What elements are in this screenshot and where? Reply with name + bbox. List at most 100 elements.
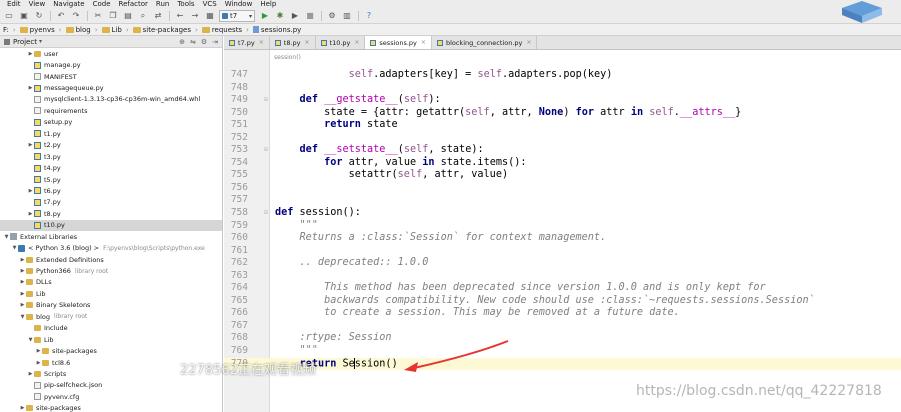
tree-item[interactable]: t5.py	[0, 174, 222, 185]
code-line[interactable]: 751 return state	[224, 119, 901, 132]
copy-icon[interactable]: ❐	[107, 10, 119, 22]
code-line[interactable]: 754 for attr, value in state.items():	[224, 157, 901, 170]
editor-tab[interactable]: t8.py ×	[269, 36, 316, 49]
tree-item[interactable]: t1.py	[0, 128, 222, 139]
code-line[interactable]: 769 """	[224, 345, 901, 358]
build-icon[interactable]: ▦	[204, 10, 216, 22]
collapse-arrow-icon[interactable]: ▶	[19, 268, 26, 274]
code-editor[interactable]: session() 747 self.adapters[key] = self.…	[224, 50, 901, 412]
settings-icon[interactable]: ⚙	[326, 10, 338, 22]
tree-item[interactable]: t4.py	[0, 162, 222, 173]
code-line[interactable]: 767	[224, 320, 901, 333]
code-line[interactable]: 761	[224, 245, 901, 258]
code-line[interactable]: 764 This method has been deprecated sinc…	[224, 282, 901, 295]
collapse-arrow-icon[interactable]: ▶	[19, 279, 26, 285]
tree-item[interactable]: ▶ t2.py	[0, 140, 222, 151]
tree-item[interactable]: Include	[0, 323, 222, 334]
tree-item[interactable]: ▼ External Libraries	[0, 231, 222, 242]
code-line[interactable]: 749 ⊟ def __getstate__(self):	[224, 94, 901, 107]
collapse-arrow-icon[interactable]: ▶	[27, 142, 34, 148]
code-line[interactable]: 770 return Session()	[224, 357, 901, 371]
coverage-icon[interactable]: ▶	[289, 10, 301, 22]
code-line[interactable]: 765 backwards compatibility. New code sh…	[224, 295, 901, 308]
forward-icon[interactable]: →	[189, 10, 201, 22]
chevron-down-icon[interactable]: ▾	[39, 38, 42, 45]
code-line[interactable]: 759 """	[224, 220, 901, 233]
code-line[interactable]: 748	[224, 82, 901, 95]
collapse-arrow-icon[interactable]: ▶	[35, 348, 42, 354]
project-header-label[interactable]: Project	[13, 38, 37, 46]
menu-window[interactable]: Window	[225, 0, 253, 9]
breadcrumb-item[interactable]: blog	[65, 26, 91, 34]
stop-icon[interactable]: ■	[304, 10, 316, 22]
collapse-arrow-icon[interactable]: ▶	[35, 360, 42, 366]
open-folder-icon[interactable]: ▭	[3, 10, 15, 22]
tree-item[interactable]: ▶ t6.py	[0, 185, 222, 196]
code-line[interactable]: 750 state = {attr: getattr(self, attr, N…	[224, 107, 901, 120]
code-area[interactable]: 747 self.adapters[key] = self.adapters.p…	[224, 69, 901, 371]
tree-item[interactable]: ▶ Extended Definitions	[0, 254, 222, 265]
expand-arrow-icon[interactable]: ▼	[11, 245, 18, 251]
collapse-arrow-icon[interactable]: ▶	[27, 85, 34, 91]
redo-icon[interactable]: ↷	[70, 10, 82, 22]
fold-icon[interactable]: ⊟	[263, 144, 269, 157]
menu-vcs[interactable]: VCS	[203, 0, 217, 9]
breadcrumb-item[interactable]: pyenvs	[19, 26, 55, 34]
collapse-arrow-icon[interactable]: ▶	[27, 51, 34, 57]
tree-item[interactable]: t7.py	[0, 197, 222, 208]
code-line[interactable]: 763	[224, 270, 901, 283]
replace-icon[interactable]: ⇄	[152, 10, 164, 22]
tree-item[interactable]: ▼ < Python 3.6 (blog) > F:\pyenvs\blog\Scr…	[0, 242, 222, 253]
breadcrumb-item[interactable]: F:	[3, 26, 9, 34]
close-icon[interactable]: ×	[354, 39, 359, 46]
tree-item[interactable]: ▶ Lib	[0, 288, 222, 299]
tree-item[interactable]: MANIFEST	[0, 71, 222, 82]
code-line[interactable]: 752	[224, 132, 901, 145]
tree-item[interactable]: ▼ blog library root	[0, 311, 222, 322]
fold-icon[interactable]: ⊟	[263, 207, 269, 220]
help-icon[interactable]: ?	[363, 10, 375, 22]
code-line[interactable]: 766 to create a session. This may be rem…	[224, 307, 901, 320]
menu-view[interactable]: View	[29, 0, 46, 9]
expand-arrow-icon[interactable]: ▼	[27, 337, 34, 343]
tree-item[interactable]: ▶ DLLs	[0, 277, 222, 288]
code-line[interactable]: 762 .. deprecated:: 1.0.0	[224, 257, 901, 270]
code-line[interactable]: 755 setattr(self, attr, value)	[224, 169, 901, 182]
undo-icon[interactable]: ↶	[55, 10, 67, 22]
tree-item[interactable]: ▶ t8.py	[0, 208, 222, 219]
collapse-arrow-icon[interactable]: ▶	[19, 405, 26, 411]
close-icon[interactable]: ×	[526, 39, 531, 46]
menu-edit[interactable]: Edit	[7, 0, 21, 9]
expand-arrow-icon[interactable]: ▼	[19, 314, 26, 320]
cut-icon[interactable]: ✂	[92, 10, 104, 22]
breadcrumb-item[interactable]: requests	[201, 26, 242, 34]
tree-item[interactable]: ▶ messagequeue.py	[0, 82, 222, 93]
menu-run[interactable]: Run	[156, 0, 169, 9]
collapse-arrow-icon[interactable]: ▶	[19, 302, 26, 308]
tree-item[interactable]: requirements	[0, 105, 222, 116]
code-line[interactable]: 757	[224, 194, 901, 207]
collapse-arrow-icon[interactable]: ▶	[19, 257, 26, 263]
locate-icon[interactable]: ⊕	[179, 38, 185, 46]
code-line[interactable]: 753 ⊟ def __setstate__(self, state):	[224, 144, 901, 157]
gear-icon[interactable]: ⚙	[201, 38, 207, 46]
hide-icon[interactable]: ⇥	[212, 38, 218, 46]
editor-tab[interactable]: sessions.py ×	[365, 36, 432, 49]
tree-item[interactable]: mysqlclient-1.3.13-cp36-cp36m-win_amd64.…	[0, 94, 222, 105]
tree-item[interactable]: pip-selfcheck.json	[0, 380, 222, 391]
collapse-arrow-icon[interactable]: ▶	[27, 188, 34, 194]
editor-tab[interactable]: blocking_connection.py ×	[431, 36, 538, 49]
editor-tab[interactable]: t7.py ×	[224, 36, 270, 49]
menu-code[interactable]: Code	[93, 0, 111, 9]
menu-refactor[interactable]: Refactor	[119, 0, 148, 9]
code-line[interactable]: 756	[224, 182, 901, 195]
find-icon[interactable]: ⌕	[137, 10, 149, 22]
tree-item[interactable]: ▶ site-packages	[0, 345, 222, 356]
debug-icon[interactable]: ✱	[274, 10, 286, 22]
project-structure-icon[interactable]: ▥	[341, 10, 353, 22]
tree-item[interactable]: setup.py	[0, 117, 222, 128]
tree-item[interactable]: ▶ user	[0, 48, 222, 59]
paste-icon[interactable]: ▤	[122, 10, 134, 22]
menu-help[interactable]: Help	[260, 0, 276, 9]
breadcrumb-item[interactable]: site-packages	[132, 26, 191, 34]
